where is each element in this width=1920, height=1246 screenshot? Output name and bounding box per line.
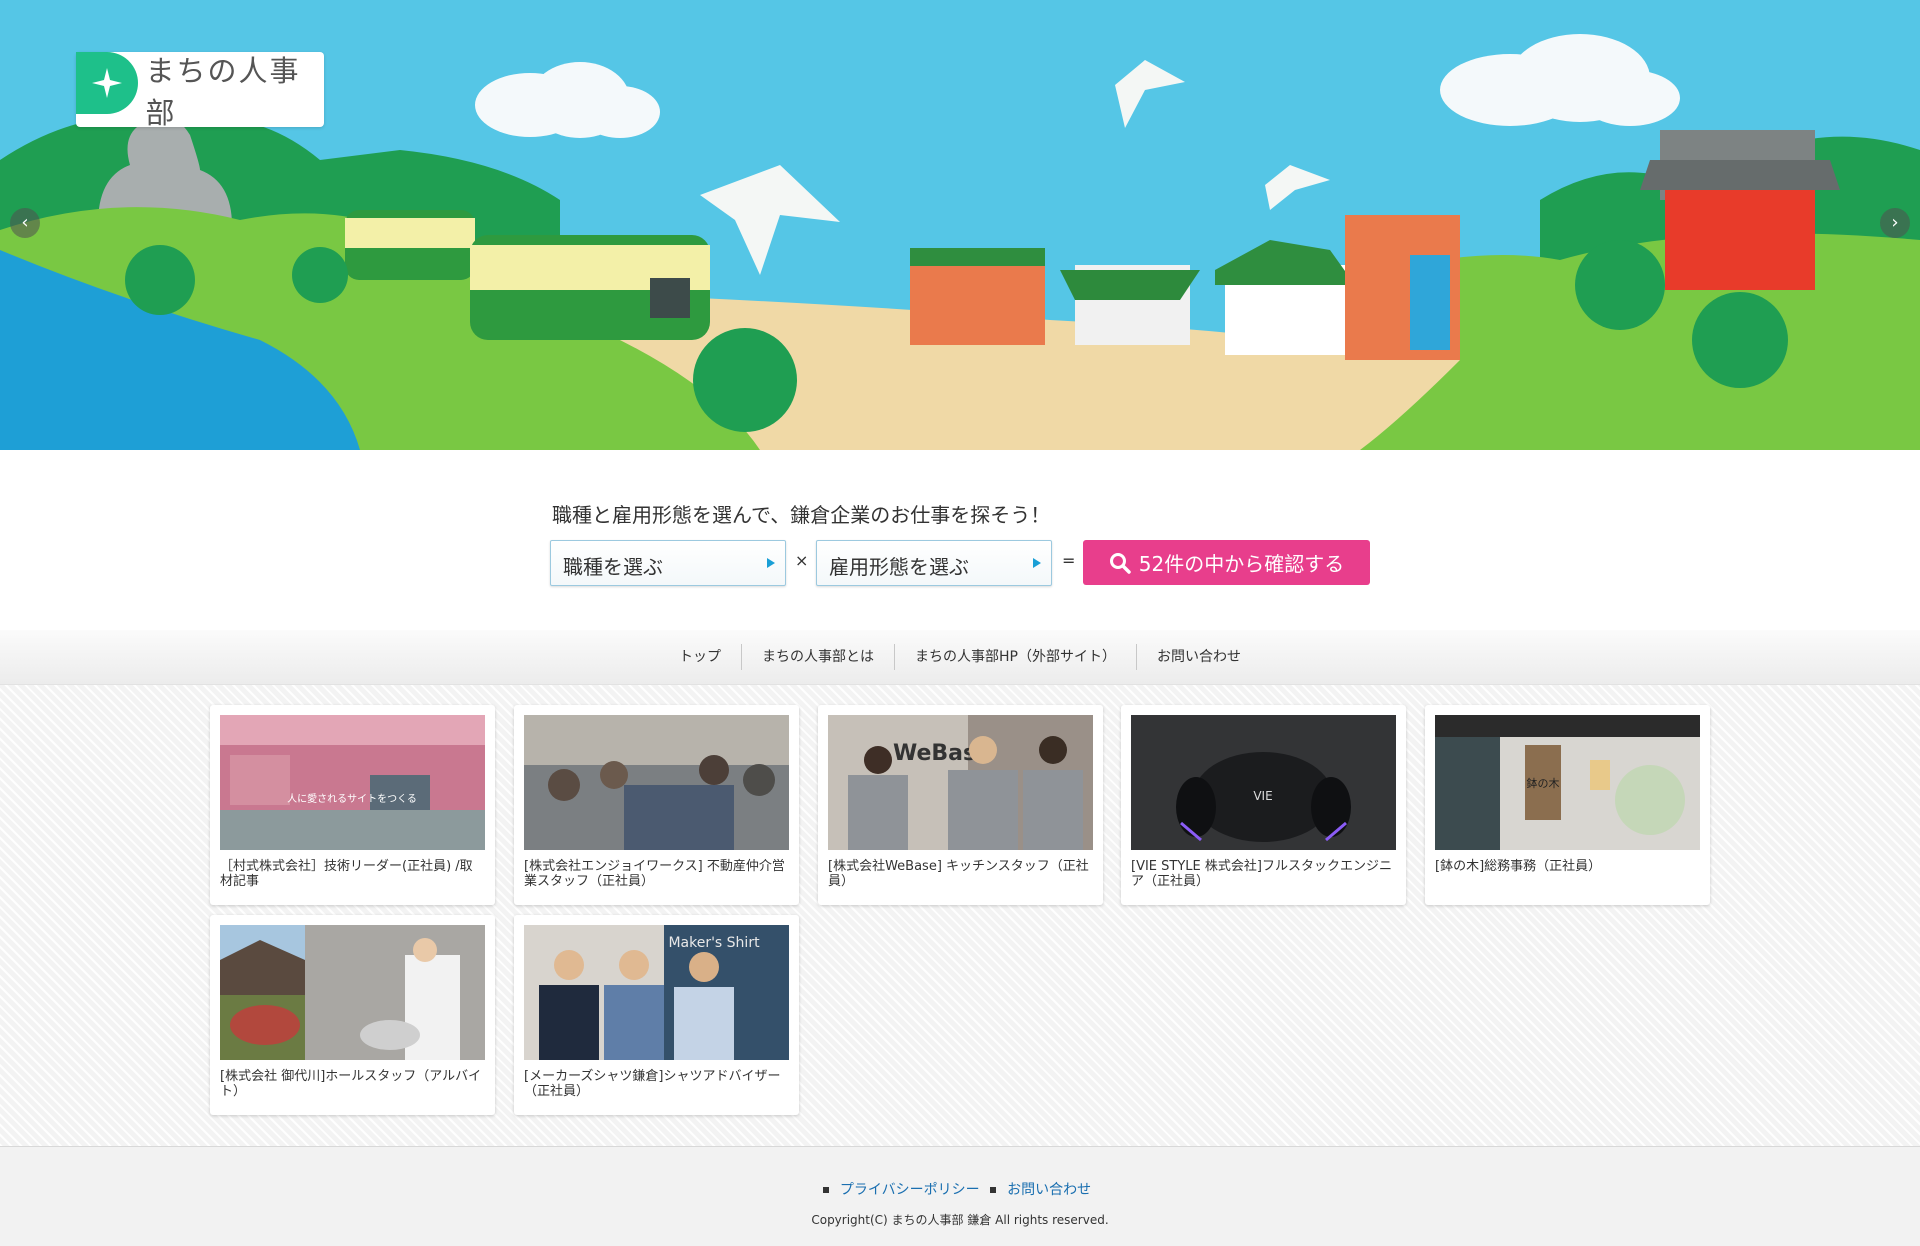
chevron-right-icon[interactable]: › — [1880, 208, 1910, 238]
chevron-left-icon[interactable]: ‹ — [10, 208, 40, 238]
triangle-right-icon — [767, 558, 775, 568]
job-card-title: [株式会社エンジョイワークス] 不動産仲介営業スタッフ（正社員） — [524, 859, 785, 889]
job-card-image-text: VIE — [1253, 789, 1272, 803]
nav-item-top[interactable]: トップ — [659, 647, 741, 667]
search-submit-label: 52件の中から確認する — [1138, 552, 1345, 576]
employment-type-select-label: 雇用形態を選ぶ — [829, 555, 969, 579]
job-card-title: [株式会社WeBase] キッチンスタッフ（正社員） — [828, 859, 1089, 889]
job-category-select-label: 職種を選ぶ — [563, 555, 663, 579]
job-category-select[interactable]: 職種を選ぶ — [550, 540, 786, 586]
square-bullet-icon — [990, 1187, 997, 1193]
job-card-title: [株式会社 御代川]ホールスタッフ（アルバイト） — [220, 1069, 482, 1099]
search-lead-text: 職種と雇用形態を選んで、鎌倉企業のお仕事を探そう！ — [552, 503, 1051, 527]
job-card[interactable]: 人に愛されるサイトをつくる ［村式株式会社］技術リーダー(正社員) /取材記事 — [210, 705, 495, 905]
job-card-title: [VIE STYLE 株式会社]フルスタックエンジニア（正社員） — [1131, 859, 1392, 889]
hero-banner: まちの人事部 ‹ › — [0, 0, 1920, 450]
footer-link-privacy[interactable]: プライバシーポリシー — [840, 1182, 980, 1198]
times-operator: × — [795, 551, 809, 570]
job-card-image: WeBase — [828, 715, 1093, 850]
nav-item-external-hp[interactable]: まちの人事部HP（外部サイト） — [895, 647, 1136, 667]
job-card-image-text: 鉢の木 — [1527, 776, 1560, 790]
job-card-image-text: Maker's Shirt — [668, 935, 760, 951]
nav-item-contact[interactable]: お問い合わせ — [1137, 647, 1261, 667]
search-submit-button[interactable]: 52件の中から確認する — [1083, 540, 1370, 585]
footer-link-contact[interactable]: お問い合わせ — [1007, 1182, 1091, 1198]
copyright-text: Copyright(C) まちの人事部 鎌倉 All rights reserv… — [811, 1213, 1109, 1227]
job-card[interactable]: Maker's Shirt [メーカーズシャツ鎌倉]シャツアドバイザー（正社員） — [514, 915, 799, 1115]
job-card-image: 鉢の木 — [1435, 715, 1700, 850]
job-card[interactable]: VIE [VIE STYLE 株式会社]フルスタックエンジニア（正社員） — [1121, 705, 1406, 905]
job-card-grid: 人に愛されるサイトをつくる ［村式株式会社］技術リーダー(正社員) /取材記事 … — [0, 685, 1920, 1147]
job-card[interactable]: [株式会社エンジョイワークス] 不動産仲介営業スタッフ（正社員） — [514, 705, 799, 905]
job-card-image: 人に愛されるサイトをつくる — [220, 715, 485, 850]
job-card[interactable]: WeBase [株式会社WeBase] キッチンスタッフ（正社員） — [818, 705, 1103, 905]
job-card[interactable]: 鉢の木 [鉢の木]総務事務（正社員） — [1425, 705, 1710, 905]
logo-mark-icon — [76, 52, 138, 121]
search-icon — [1109, 552, 1131, 574]
employment-type-select[interactable]: 雇用形態を選ぶ — [816, 540, 1052, 586]
site-footer: プライバシーポリシー お問い合わせ Copyright(C) まちの人事部 鎌倉… — [0, 1147, 1920, 1246]
job-card-image: VIE — [1131, 715, 1396, 850]
global-nav: トップ まちの人事部とは まちの人事部HP（外部サイト） お問い合わせ — [0, 630, 1920, 685]
triangle-right-icon — [1033, 558, 1041, 568]
job-card-image-text: 人に愛されるサイトをつくる — [287, 792, 417, 805]
equals-operator: = — [1062, 551, 1076, 570]
job-card-title: [鉢の木]総務事務（正社員） — [1435, 859, 1602, 874]
job-card-image — [524, 715, 789, 850]
site-logo[interactable]: まちの人事部 — [76, 52, 324, 130]
job-card-image — [220, 925, 485, 1060]
job-card-title: [メーカーズシャツ鎌倉]シャツアドバイザー（正社員） — [524, 1069, 781, 1099]
footer-links: プライバシーポリシー お問い合わせ — [0, 1179, 1920, 1199]
logo-text: まちの人事部 — [145, 53, 301, 130]
job-search-section: 職種と雇用形態を選んで、鎌倉企業のお仕事を探そう！ 職種を選ぶ × 雇用形態を選… — [0, 450, 1920, 630]
job-card-image: Maker's Shirt — [524, 925, 789, 1060]
nav-item-about[interactable]: まちの人事部とは — [742, 647, 894, 667]
square-bullet-icon — [822, 1187, 829, 1193]
job-card-title: ［村式株式会社］技術リーダー(正社員) /取材記事 — [220, 859, 473, 889]
job-card[interactable]: [株式会社 御代川]ホールスタッフ（アルバイト） — [210, 915, 495, 1115]
